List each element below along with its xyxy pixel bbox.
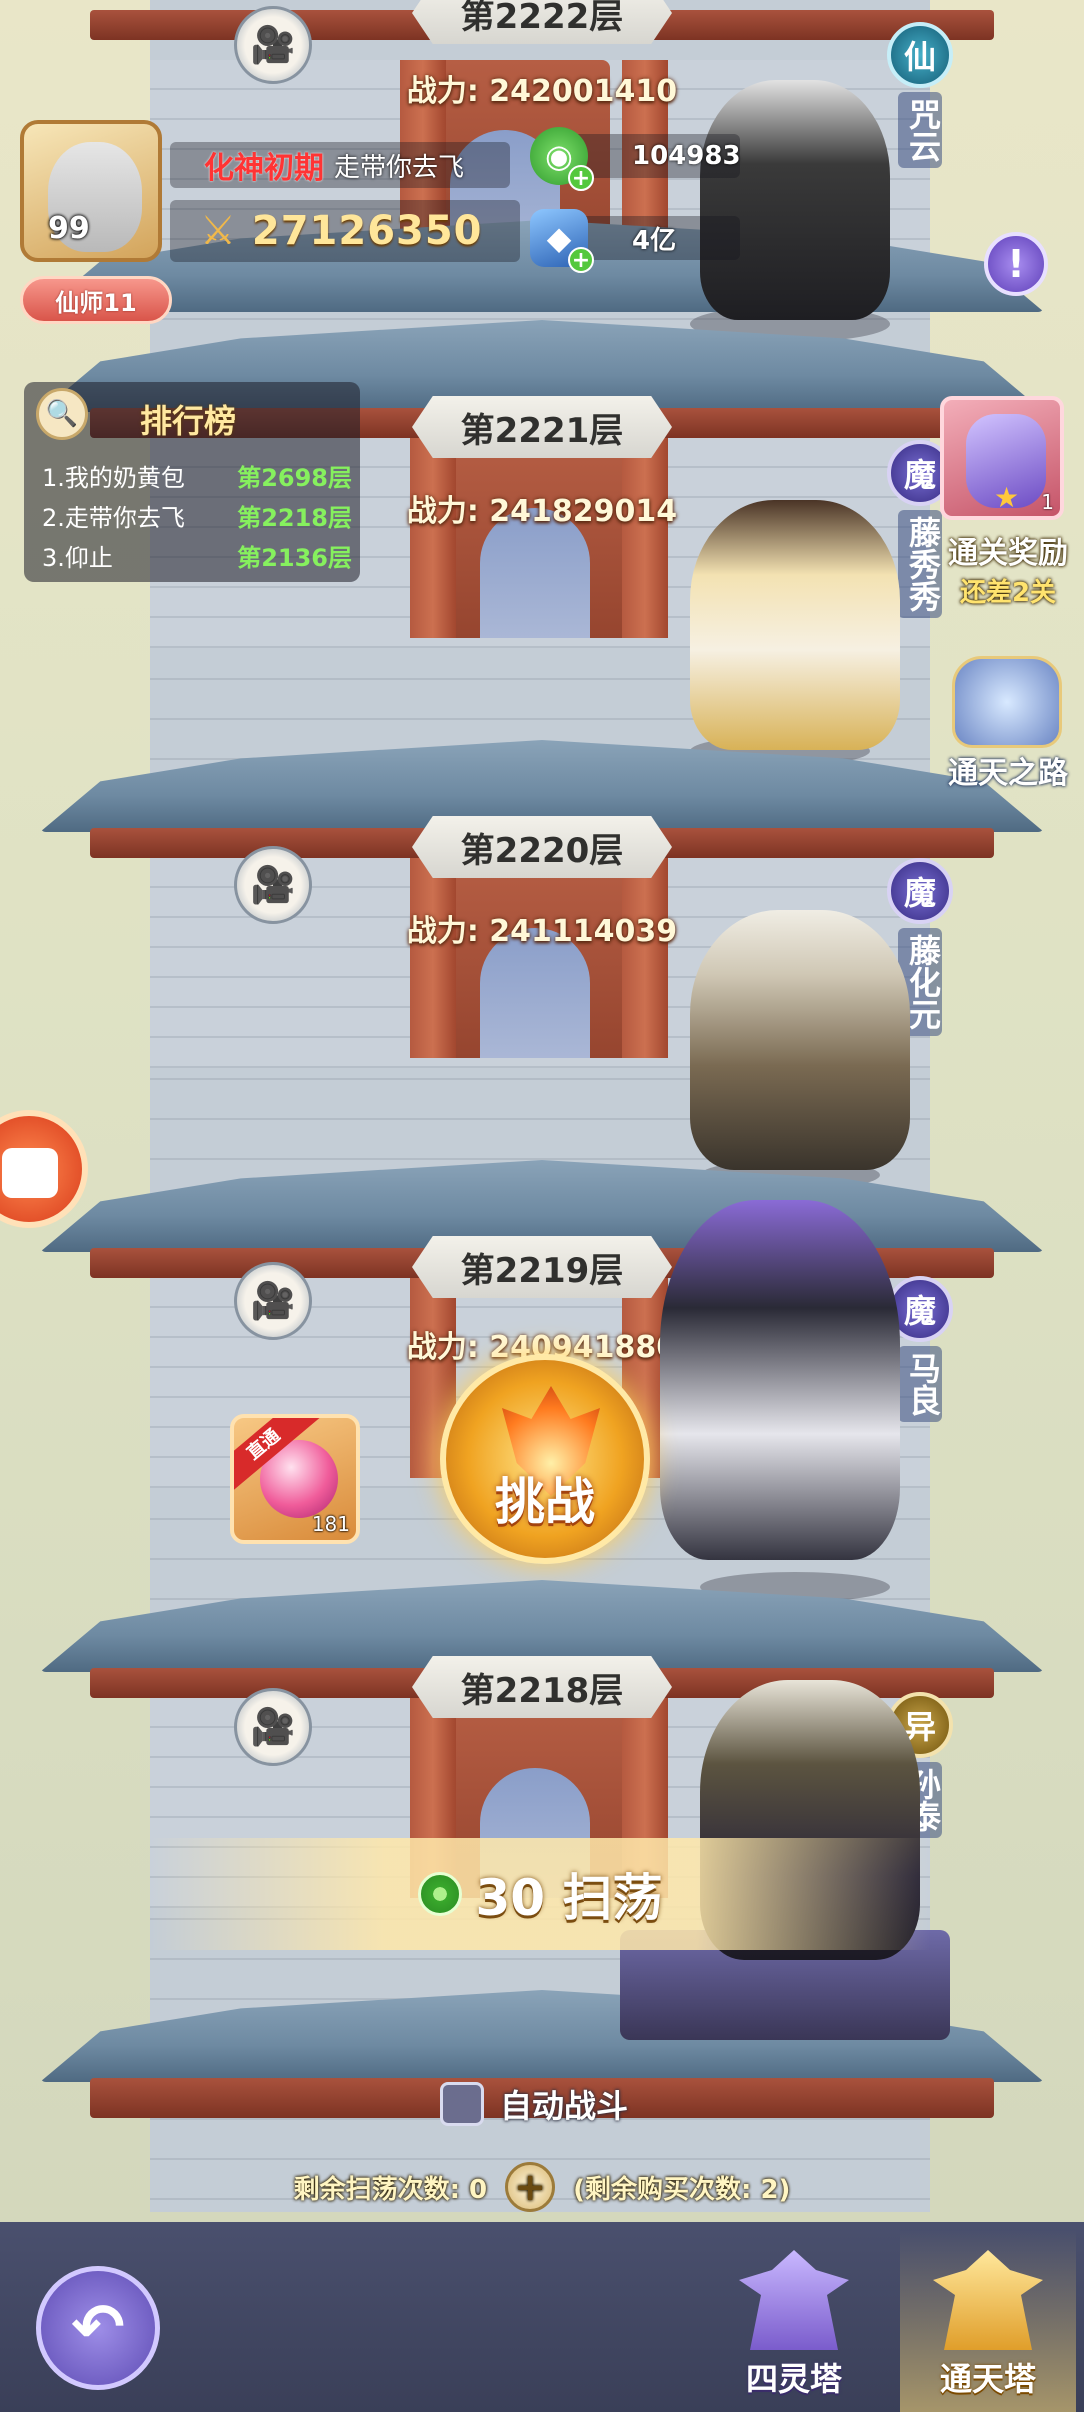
plus-icon: + [514,2165,547,2209]
enemy-name: 马良 [898,1346,942,1422]
back-arrow-icon: ↶ [71,2291,125,2365]
ranking-panel[interactable]: 🔍 排行榜 1.我的奶黄包 第2698层 2.走带你去飞 第2218层 3.仰止… [24,382,360,582]
item-count: 181 [311,1512,350,1536]
auto-fight-checkbox[interactable] [440,2082,484,2126]
ranking-name: 1.我的奶黄包 [42,464,185,492]
ranking-name: 2.走带你去飞 [42,504,185,532]
gamepad-icon [2,1148,58,1198]
jade-resource[interactable]: ◉ + 104983 [530,127,741,191]
sweep-info: 剩余扫荡次数: 0 + (剩余购买次数: 2) [0,2162,1084,2212]
star-icon: ★ [994,481,1020,514]
enemy-name: 藤秀秀 [898,510,942,618]
enemy-sprite[interactable] [690,500,900,750]
camera-icon: 🎥 [250,865,296,906]
player-title-badge[interactable]: 仙师11 [20,276,172,324]
ranking-floor: 第2136层 [237,544,352,572]
ranking-name: 3.仰止 [42,544,113,572]
player-level: 99 [48,211,90,246]
replay-camera-button[interactable]: 🎥 [234,846,312,924]
floor-label: 第2221层 [412,396,672,458]
floor-label: 第2222层 [412,0,672,44]
enemy-sprite[interactable] [660,1200,900,1560]
faction-badge: 魔 [887,858,953,924]
camera-icon: 🎥 [250,1281,296,1322]
enemy-tag: 仙 咒云 [884,22,956,168]
jade-amount: 104983 [632,141,741,171]
item-card[interactable]: 直通 181 [230,1414,360,1544]
tab-label: 通天塔 [939,2360,1036,2398]
realm-box: 化神初期 走带你去飞 [170,142,510,188]
sweep-button[interactable]: 30 扫荡 [150,1838,930,1950]
ranking-row: 2.走带你去飞 第2218层 [42,498,352,533]
tab-tongtian-tower[interactable]: 通天塔 [900,2230,1076,2412]
floor-label: 第2220层 [412,816,672,878]
challenge-button[interactable]: 挑战 [440,1354,650,1564]
ranking-floor: 第2218层 [237,504,352,532]
buy-sweeps-button[interactable]: + [505,2162,556,2212]
add-icon[interactable]: + [568,247,594,273]
clear-reward-remaining: 还差2关 [959,578,1057,608]
auto-fight-label: 自动战斗 [500,2087,629,2125]
jade-icon [417,1872,462,1916]
ranking-floor: 第2698层 [237,464,352,492]
pagoda-icon [739,2250,849,2350]
player-power-box: ⚔ 27126350 [170,200,520,262]
ranking-row: 1.我的奶黄包 第2698层 [42,458,352,493]
auto-fight-toggle[interactable]: 自动战斗 [440,2080,628,2128]
add-icon[interactable]: + [568,165,594,191]
enemy-sprite[interactable] [690,910,910,1170]
bottom-bar: ↶ 四灵塔 通天塔 [0,2222,1084,2412]
player-realm: 化神初期 [204,151,324,186]
floor-label: 第2218层 [412,1656,672,1718]
pagoda-icon [933,2250,1043,2350]
remaining-sweeps: 剩余扫荡次数: 0 [293,2174,488,2205]
enemy-name: 咒云 [898,92,942,168]
crossed-swords-icon: ⚔ [200,208,236,254]
avatar[interactable]: 99 [20,120,162,262]
tab-label: 四灵塔 [745,2360,842,2398]
floor-doorway [430,858,640,1058]
faction-badge: 仙 [887,22,953,88]
player-power: 27126350 [251,208,483,254]
gem-amount: 4亿 [632,225,677,256]
remaining-purchases: (剩余购买次数: 2) [573,2174,791,2205]
challenge-label: 挑战 [495,1473,595,1531]
clear-reward-label: 通关奖励 [948,536,1068,571]
back-button[interactable]: ↶ [36,2266,160,2390]
tab-silin-tower[interactable]: 四灵塔 [706,2230,882,2412]
search-icon[interactable]: 🔍 [36,388,88,440]
replay-camera-button[interactable]: 🎥 [234,1688,312,1766]
ranking-title: 排行榜 [140,402,237,440]
trident-icon[interactable] [952,656,1062,748]
camera-icon: 🎥 [250,25,296,66]
clear-reward-button[interactable]: ★ 1 [940,396,1064,520]
player-name: 走带你去飞 [334,152,465,183]
sweep-label: 30 扫荡 [475,1869,663,1927]
ranking-row: 3.仰止 第2136层 [42,538,352,573]
gem-resource[interactable]: ◆ + 4亿 [530,209,740,273]
floor-doorway [430,438,640,638]
replay-camera-button[interactable]: 🎥 [234,6,312,84]
camera-icon: 🎥 [250,1707,296,1748]
reward-count: 1 [1041,490,1054,514]
enemy-sprite[interactable] [700,80,890,320]
player-panel: 99 化神初期 走带你去飞 ⚔ 27126350 [20,120,520,280]
tianlu-label: 通天之路 [948,756,1068,791]
exclamation-icon: ! [1007,242,1025,286]
replay-camera-button[interactable]: 🎥 [234,1262,312,1340]
jade-icon: ◉ + [530,127,594,191]
gem-icon: ◆ + [530,209,594,273]
floor-label: 第2219层 [412,1236,672,1298]
help-button[interactable]: ! [984,232,1048,296]
